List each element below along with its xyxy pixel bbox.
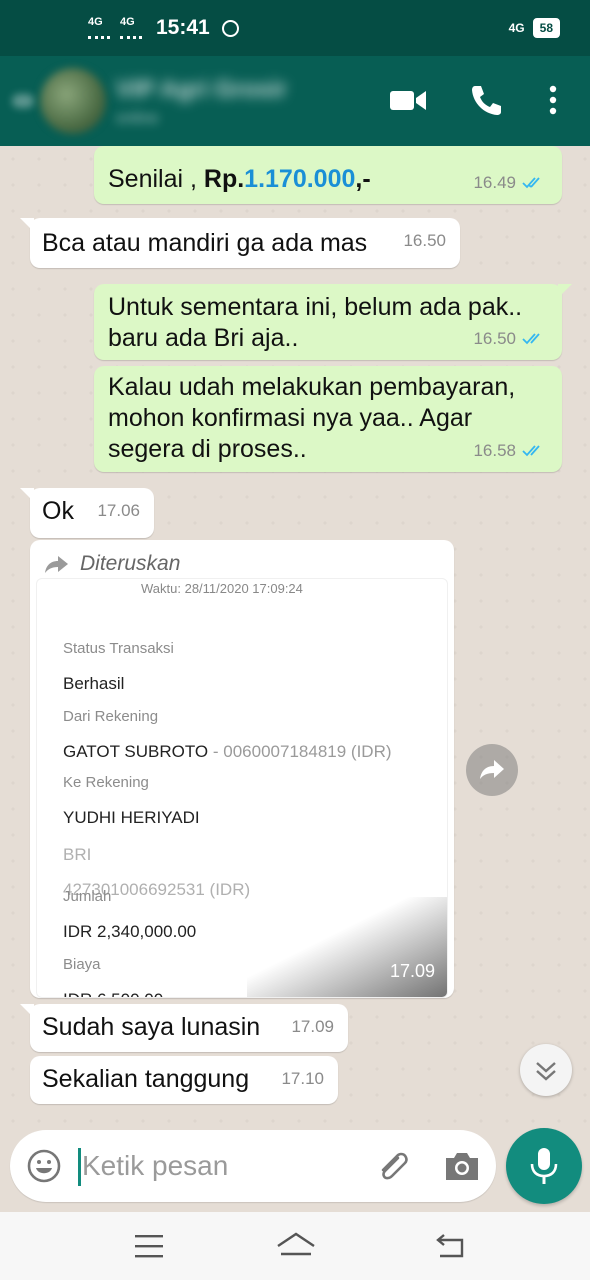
- message-bubble-incoming[interactable]: Sudah saya lunasin 17.09: [20, 1004, 348, 1052]
- receipt-amount: Jumlah IDR 2,340,000.00: [63, 881, 196, 947]
- receipt-cut-text: Waktu: 28/11/2020 17:09:24: [141, 581, 303, 596]
- message-meta: 17.10: [281, 1063, 324, 1094]
- forwarded-text: Diteruskan: [80, 552, 181, 575]
- double-check-icon: [522, 332, 540, 344]
- home-icon[interactable]: [276, 1232, 316, 1260]
- message-bubble-outgoing[interactable]: Untuk sementara ini, belum ada pak.. bar…: [94, 284, 572, 360]
- forward-arrow-icon: [480, 760, 504, 779]
- receipt-to-name: YUDHI HERIYADI: [63, 808, 200, 827]
- message-meta: 16.49: [473, 167, 548, 198]
- status-bar: 4G 4G 15:41 4G 58: [0, 0, 590, 56]
- double-chevron-down-icon: [536, 1062, 556, 1081]
- text-cursor: [78, 1148, 81, 1186]
- receipt-status: Status Transaksi Berhasil: [63, 633, 174, 699]
- message-text: Bca atau mandiri ga ada mas: [42, 229, 368, 257]
- receipt-status-label: Status Transaksi: [63, 640, 174, 657]
- receipt-image[interactable]: Waktu: 28/11/2020 17:09:24 Status Transa…: [36, 578, 448, 998]
- message-text: Senilai , Rp.1.170.000,-: [108, 165, 371, 193]
- phone-icon[interactable]: [466, 80, 506, 120]
- message-meta: 16.58: [473, 435, 548, 466]
- signal-icon: 4G: [120, 17, 144, 39]
- receipt-fee: Biaya IDR 6,500.00: [63, 949, 163, 997]
- receipt-status-value: Berhasil: [63, 674, 125, 693]
- battery-indicator: 58: [532, 18, 560, 38]
- menu-icon[interactable]: [134, 1232, 164, 1260]
- message-text: Sekalian tanggung: [42, 1065, 250, 1093]
- microphone-button[interactable]: [506, 1128, 582, 1204]
- message-meta: 17.09: [291, 1011, 334, 1042]
- message-bubble-outgoing[interactable]: Senilai , Rp.1.170.000,- 16.49: [94, 146, 562, 204]
- network-type-right: 4G: [508, 21, 525, 35]
- signal-icon: 4G: [88, 17, 112, 39]
- video-camera-icon[interactable]: [388, 80, 428, 120]
- message-time: 17.06: [97, 501, 140, 520]
- receipt-fee-value: IDR 6,500.00: [63, 984, 163, 997]
- receipt-from-label: Dari Rekening: [63, 708, 159, 725]
- message-time: 16.49: [473, 173, 516, 192]
- receipt-from: Dari Rekening GATOT SUBROTO - 0060007184…: [63, 701, 392, 767]
- back-arrow-icon[interactable]: [12, 94, 34, 108]
- contact-status: online: [116, 110, 159, 127]
- forward-button[interactable]: [466, 744, 518, 796]
- camera-icon[interactable]: [442, 1148, 482, 1184]
- microphone-icon: [530, 1148, 558, 1184]
- message-input-bar: [0, 1128, 590, 1212]
- message-time: 16.58: [473, 441, 516, 460]
- network-type-1: 4G: [88, 16, 103, 28]
- network-type-2: 4G: [120, 16, 135, 28]
- message-bubble-incoming[interactable]: Bca atau mandiri ga ada mas 16.50: [20, 218, 460, 268]
- message-meta: 17.06: [97, 495, 140, 526]
- whatsapp-notification-icon: [221, 19, 239, 37]
- message-bubble-incoming[interactable]: Sekalian tanggung 17.10: [30, 1056, 338, 1104]
- double-check-icon: [522, 176, 540, 188]
- receipt-fee-label: Biaya: [63, 956, 101, 973]
- scroll-to-bottom-button[interactable]: [520, 1044, 572, 1096]
- message-meta: 16.50: [473, 323, 548, 354]
- message-time: 17.09: [389, 961, 435, 981]
- message-time: 17.10: [281, 1069, 324, 1088]
- paperclip-icon[interactable]: [372, 1146, 412, 1186]
- forward-arrow-icon: [45, 555, 68, 573]
- chat-header: VIP Agri Grosir online: [0, 56, 590, 146]
- receipt-to-label: Ke Rekening: [63, 774, 149, 791]
- receipt-amount-value: IDR 2,340,000.00: [63, 922, 197, 941]
- receipt-to-bank: BRI: [63, 845, 92, 864]
- more-vertical-icon[interactable]: [540, 80, 566, 120]
- clock: 15:41: [156, 16, 210, 39]
- receipt-amount-label: Jumlah: [63, 888, 112, 905]
- back-icon[interactable]: [434, 1232, 466, 1260]
- chat-area[interactable]: Senilai , Rp.1.170.000,- 16.49 Bca atau …: [0, 146, 590, 1130]
- message-input[interactable]: [82, 1142, 362, 1190]
- message-bubble-incoming[interactable]: Ok 17.06: [20, 488, 154, 538]
- double-check-icon: [522, 444, 540, 456]
- message-time: 16.50: [473, 329, 516, 348]
- message-input-container: [10, 1130, 496, 1202]
- message-text: Ok: [42, 497, 74, 525]
- message-time: 17.09: [291, 1017, 334, 1036]
- forwarded-image-message[interactable]: Diteruskan Waktu: 28/11/2020 17:09:24 St…: [30, 540, 454, 998]
- emoji-icon[interactable]: [26, 1148, 62, 1184]
- message-text: Sudah saya lunasin: [42, 1013, 261, 1041]
- contact-name[interactable]: VIP Agri Grosir: [116, 76, 287, 104]
- receipt-from-value: GATOT SUBROTO - 0060007184819 (IDR): [63, 742, 392, 761]
- message-time: 16.50: [403, 231, 446, 250]
- forwarded-label: Diteruskan: [44, 548, 180, 579]
- system-navigation-bar: [0, 1212, 590, 1280]
- avatar[interactable]: [40, 68, 106, 134]
- message-meta: 16.50: [403, 225, 446, 256]
- message-bubble-outgoing[interactable]: Kalau udah melakukan pembayaran, mohon k…: [94, 366, 562, 472]
